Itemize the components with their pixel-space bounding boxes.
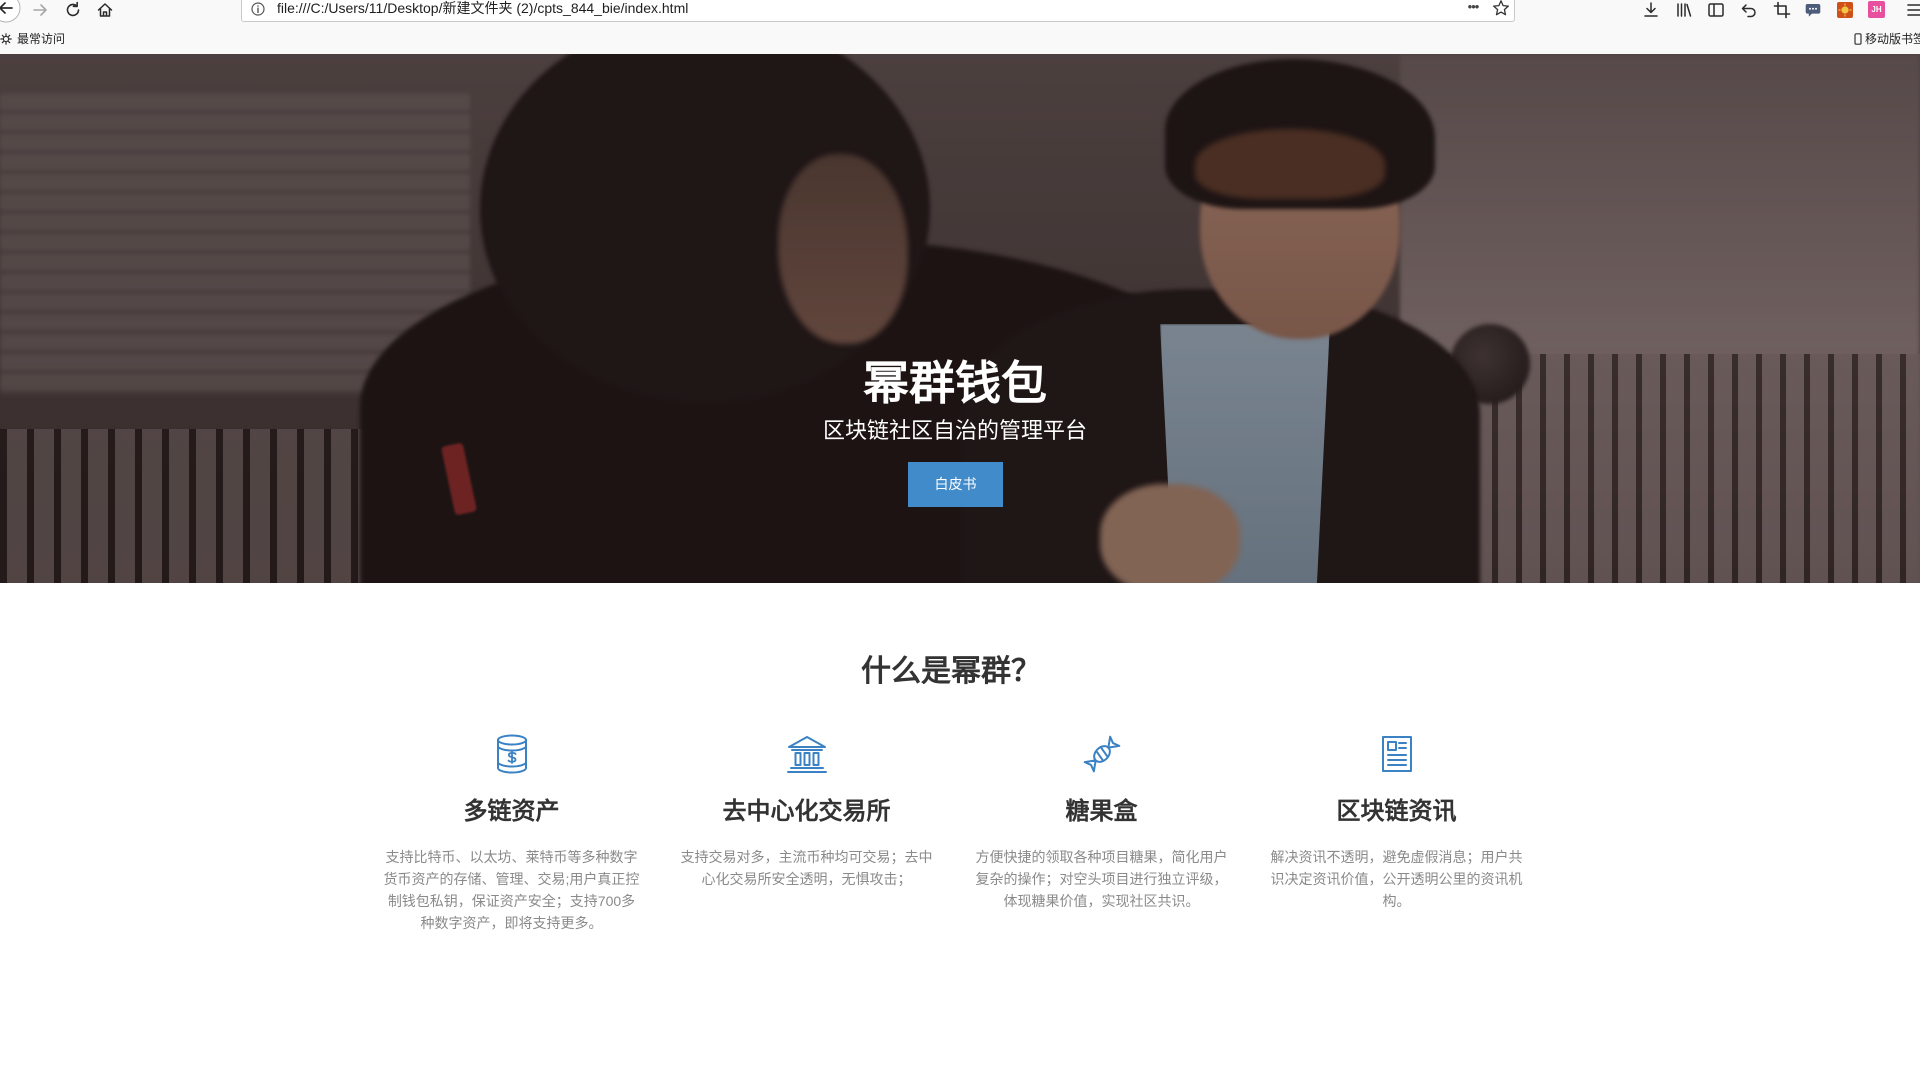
- feature-candy-box: 糖果盒 方便快捷的领取各种项目糖果，简化用户 复杂的操作；对空头项目进行独立评级…: [954, 732, 1249, 934]
- bank-icon: [785, 732, 829, 776]
- crop-icon: [1773, 1, 1791, 19]
- reload-button[interactable]: [64, 1, 82, 19]
- feature-title: 去中心化交易所: [722, 798, 891, 825]
- feature-title: 多链资产: [463, 798, 560, 825]
- feature-description-line: 体现糖果价值，实现社区共识。: [1003, 893, 1200, 909]
- feature-multichain-assets: 多链资产 支持比特币、以太坊、莱特币等多种数字 货币资产的存储、管理、交易;用户…: [364, 732, 659, 934]
- hero-banner: 幂群钱包 区块链社区自治的管理平台 白皮书: [0, 54, 1920, 583]
- bookmark-most-visited-label: 最常访问: [17, 32, 66, 46]
- feature-description-line: 识决定资讯价值，公开透明公里的资讯机: [1270, 871, 1523, 887]
- library-icon: [1677, 3, 1692, 17]
- feature-title: 区块链资讯: [1336, 798, 1457, 825]
- bookmark-mobile-label: 移动版书签: [1865, 32, 1920, 46]
- download-button[interactable]: [1642, 1, 1660, 19]
- feature-description-line: 复杂的操作；对空头项目进行独立评级，: [975, 871, 1228, 887]
- feature-description-line: 种数字资产，即将支持更多。: [420, 915, 603, 931]
- whitepaper-button[interactable]: 白皮书: [908, 462, 1003, 507]
- feature-description-line: 方便快捷的领取各种项目糖果，简化用户: [975, 849, 1228, 865]
- hero-subtitle: 区块链社区自治的管理平台: [822, 418, 1087, 443]
- home-icon: [97, 3, 113, 17]
- library-button[interactable]: [1675, 1, 1693, 19]
- phone-icon: [1853, 33, 1863, 45]
- extension-icon: [1837, 2, 1853, 18]
- gear-icon: [0, 33, 12, 45]
- star-icon[interactable]: [1492, 0, 1510, 17]
- menu-button[interactable]: [1906, 1, 1920, 19]
- bookmark-mobile[interactable]: 移动版书签: [1851, 30, 1920, 48]
- feature-description: 支持交易对多，主流币种均可交易；去中 心化交易所安全透明，无惧攻击；: [659, 846, 954, 890]
- chat-icon: [1805, 4, 1821, 17]
- extension-button[interactable]: [1836, 1, 1854, 19]
- chat-button[interactable]: [1804, 1, 1822, 19]
- feature-description: 解决资讯不透明，避免虚假消息；用户共 识决定资讯价值，公开透明公里的资讯机 构。: [1249, 846, 1544, 912]
- hero-title: 幂群钱包: [863, 357, 1047, 409]
- back-button[interactable]: [0, 0, 22, 24]
- section-title: 什么是幂群？: [861, 655, 1041, 688]
- home-button[interactable]: [96, 1, 114, 19]
- coins-icon: [490, 732, 534, 776]
- feature-description: 方便快捷的领取各种项目糖果，简化用户 复杂的操作；对空头项目进行独立评级， 体现…: [954, 846, 1249, 912]
- candy-icon: [1080, 732, 1124, 776]
- sidebar-icon: [1708, 3, 1724, 17]
- url-text[interactable]: file:///C:/Users/11/Desktop/新建文件夹 (2)/cp…: [277, 0, 688, 21]
- feature-blockchain-news: 区块链资讯 解决资讯不透明，避免虚假消息；用户共 识决定资讯价值，公开透明公里的…: [1249, 732, 1544, 934]
- undo-button[interactable]: [1740, 1, 1758, 19]
- undo-icon: [1741, 4, 1756, 18]
- sidebar-button[interactable]: [1707, 1, 1725, 19]
- browser-chrome: file:///C:/Users/11/Desktop/新建文件夹 (2)/cp…: [0, 0, 1920, 54]
- url-bar[interactable]: file:///C:/Users/11/Desktop/新建文件夹 (2)/cp…: [241, 0, 1515, 22]
- reload-icon: [66, 1, 80, 17]
- profile-icon[interactable]: JH: [1868, 1, 1885, 18]
- feature-description-line: 支持比特币、以太坊、莱特币等多种数字: [385, 849, 638, 865]
- feature-description-line: 制钱包私钥，保证资产安全；支持700多: [387, 893, 636, 909]
- feature-description-line: 解决资讯不透明，避免虚假消息；用户共: [1270, 849, 1523, 865]
- forward-button[interactable]: [31, 1, 49, 19]
- feature-description-line: 支持交易对多，主流币种均可交易；去中: [680, 849, 933, 865]
- feature-description-line: 构。: [1382, 893, 1411, 909]
- back-icon: [0, 0, 21, 23]
- feature-title: 糖果盒: [1065, 798, 1138, 825]
- feature-description: 支持比特币、以太坊、莱特币等多种数字 货币资产的存储、管理、交易;用户真正控 制…: [364, 846, 659, 934]
- page-actions-button[interactable]: •••: [1460, 0, 1486, 21]
- menu-icon: [1907, 4, 1920, 16]
- download-icon: [1644, 2, 1658, 17]
- feature-description-line: 心化交易所安全透明，无惧攻击；: [701, 871, 912, 887]
- newspaper-icon: [1375, 732, 1419, 776]
- feature-description-line: 货币资产的存储、管理、交易;用户真正控: [383, 871, 640, 887]
- info-icon[interactable]: [251, 2, 265, 16]
- crop-button[interactable]: [1773, 1, 1791, 19]
- feature-list: 多链资产 支持比特币、以太坊、莱特币等多种数字 货币资产的存储、管理、交易;用户…: [364, 732, 1544, 934]
- forward-icon: [33, 4, 47, 16]
- feature-decentralized-exchange: 去中心化交易所 支持交易对多，主流币种均可交易；去中 心化交易所安全透明，无惧攻…: [659, 732, 954, 934]
